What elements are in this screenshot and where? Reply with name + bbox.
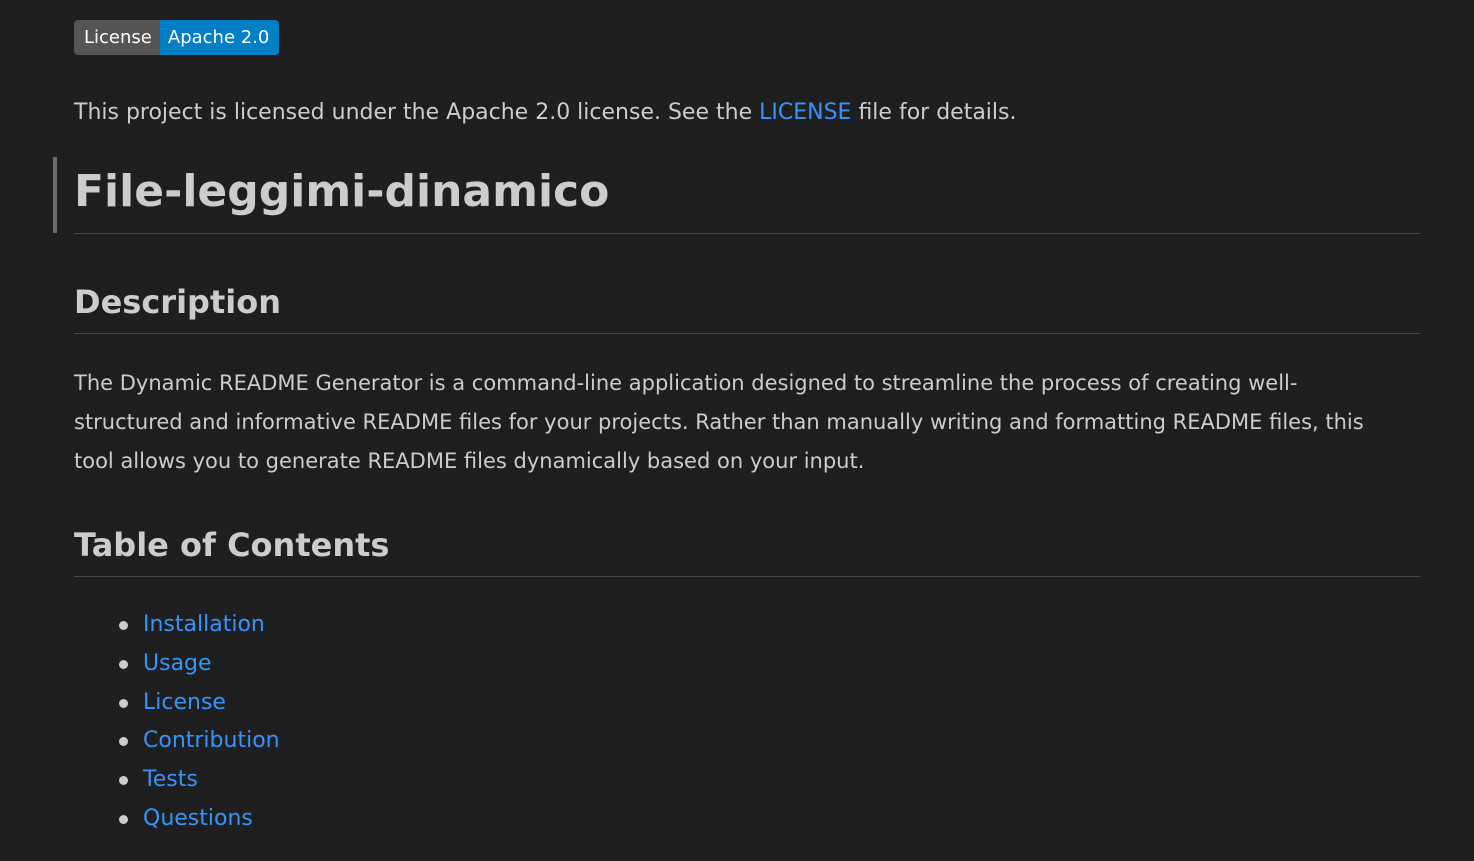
title-divider	[74, 233, 1420, 234]
toc-link-tests[interactable]: Tests	[143, 767, 198, 792]
bullet-icon	[119, 737, 128, 747]
toc-item-license: License	[74, 684, 280, 723]
heading-indicator-bar	[53, 157, 57, 233]
bullet-icon	[119, 698, 128, 708]
toc-item-contribution: Contribution	[74, 722, 280, 761]
license-text-before: This project is licensed under the Apach…	[74, 100, 753, 125]
bullet-icon	[119, 621, 128, 630]
license-badge-value: Apache 2.0	[159, 20, 280, 55]
readme-preview: License Apache 2.0 This project is licen…	[0, 0, 1474, 861]
license-paragraph: This project is licensed under the Apach…	[74, 96, 1016, 130]
toc-link-license[interactable]: License	[143, 690, 226, 715]
license-link[interactable]: LICENSE	[759, 100, 851, 125]
bullet-icon	[119, 659, 128, 669]
description-heading: Description	[74, 283, 281, 321]
toc-item-tests: Tests	[74, 761, 280, 800]
toc-heading: Table of Contents	[74, 526, 390, 564]
toc-link-contribution[interactable]: Contribution	[143, 728, 280, 753]
license-badge[interactable]: License Apache 2.0	[74, 20, 280, 55]
toc-link-installation[interactable]: Installation	[143, 612, 265, 637]
license-text-after: file for details.	[858, 100, 1017, 125]
toc-divider	[74, 576, 1420, 577]
toc-list: Installation Usage License Contribution …	[74, 606, 280, 839]
toc-item-questions: Questions	[74, 800, 280, 839]
description-divider	[74, 333, 1420, 334]
toc-link-usage[interactable]: Usage	[143, 651, 212, 676]
bullet-icon	[119, 814, 128, 824]
description-text: The Dynamic README Generator is a comman…	[74, 371, 1364, 473]
toc-item-installation: Installation	[74, 606, 280, 645]
bullet-icon	[119, 776, 128, 786]
license-badge-label: License	[74, 20, 160, 55]
toc-item-usage: Usage	[74, 645, 280, 684]
page-title: File-leggimi-dinamico	[74, 166, 610, 217]
toc-link-questions[interactable]: Questions	[143, 806, 253, 831]
